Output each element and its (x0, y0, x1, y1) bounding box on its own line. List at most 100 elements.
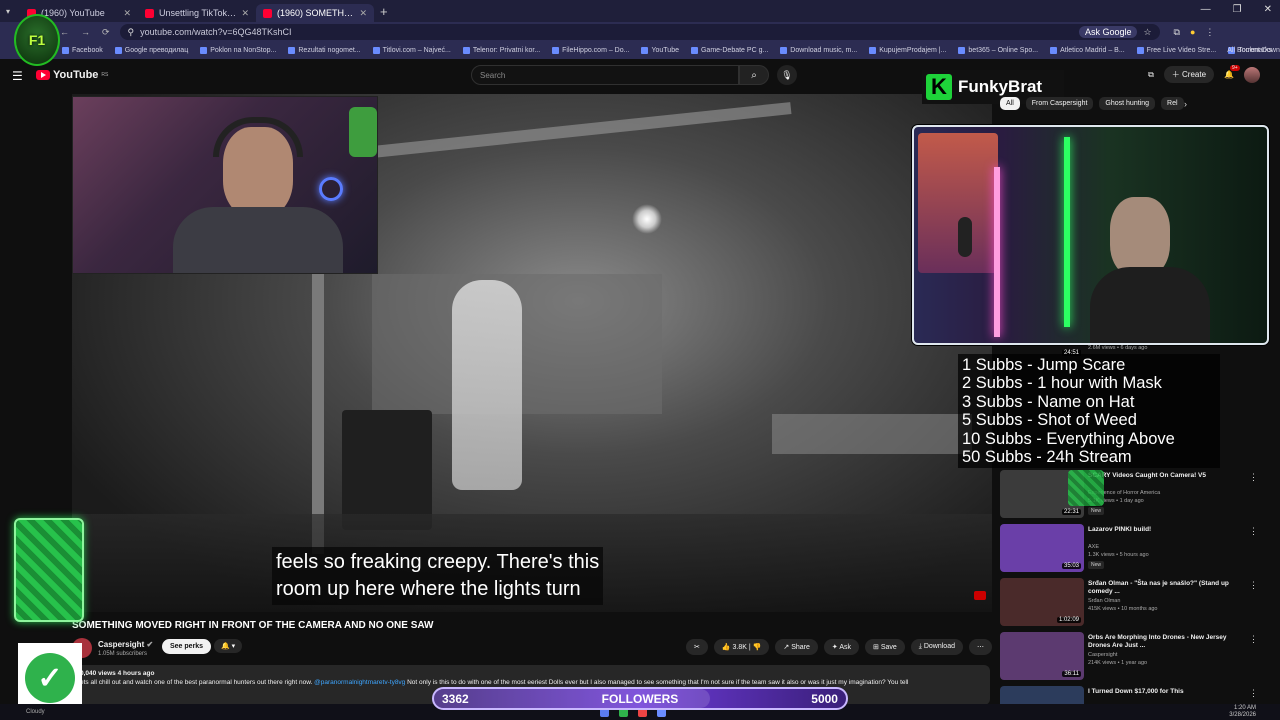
bookmark-favicon-icon (1050, 47, 1058, 54)
taskbar-clock[interactable]: 1:20 AM 3/28/2026 (1229, 705, 1256, 719)
download-button[interactable]: ⤓ Download (910, 639, 963, 655)
see-perks-button[interactable]: See perks (162, 639, 212, 654)
followers-label: FOLLOWERS (601, 691, 679, 706)
close-window-icon[interactable]: ✕ (1264, 4, 1272, 15)
bookmark-item[interactable]: Titlovi.com – Najveć... (372, 47, 451, 54)
video-light-glare (632, 204, 662, 234)
bookmark-item[interactable]: YouTube (641, 47, 679, 54)
recommended-video[interactable]: 1:02:09 Srđan Olman - "Šta nas je snašlo?… (1000, 578, 1262, 630)
ask-button[interactable]: ✦ Ask (823, 639, 859, 655)
bookmark-item[interactable]: KupujemProdajem |... (869, 47, 946, 54)
tab-something-moved[interactable]: (1960) SOMETHING MOVED ✕ (256, 4, 375, 22)
thumbs-down-icon[interactable]: 👎 (753, 644, 762, 651)
more-options-icon[interactable]: ⋮ (1249, 526, 1258, 537)
save-button[interactable]: ⊞ Save (865, 639, 905, 655)
ask-google-button[interactable]: Ask Google (1078, 26, 1138, 38)
like-button[interactable]: 👍 3.8K | 👎 (713, 639, 770, 655)
browser-menu-icon[interactable]: ⋮ (1205, 27, 1214, 38)
extensions-icon[interactable]: ⧉ (1174, 27, 1180, 38)
video-title[interactable]: SCARY Videos Caught On Camera! V5 (1088, 472, 1248, 480)
more-options-icon[interactable]: ⋮ (1249, 634, 1258, 645)
channel-name[interactable]: Srđan Olman (1088, 598, 1120, 604)
like-count: 3.8K (732, 644, 747, 651)
site-info-icon[interactable]: ⚲ (128, 27, 135, 38)
bookmark-item[interactable]: FileHippo.com – Do... (552, 47, 629, 54)
video-thumbnail[interactable]: 35:03 (1000, 524, 1084, 572)
video-ceiling-pipe (372, 102, 792, 158)
video-title[interactable]: Orbs Are Morphing Into Drones - New Jers… (1088, 634, 1248, 650)
bookmark-label: Google преводилац (124, 47, 189, 54)
verified-badge-overlay: ✓ (18, 643, 82, 713)
bookmark-item[interactable]: Facebook (62, 47, 103, 54)
minimize-icon[interactable]: — (1201, 4, 1211, 15)
youtube-logo[interactable]: YouTube RS (36, 69, 108, 81)
close-tab-icon[interactable]: ✕ (359, 8, 367, 19)
voice-search-button[interactable]: 🎙 (777, 65, 797, 85)
share-button[interactable]: ↗ Share (775, 639, 818, 655)
profile-icon[interactable]: ● (1190, 27, 1195, 37)
sub-goals-list: 1 Subbs - Jump Scare 2 Subbs - 1 hour wi… (958, 354, 1220, 469)
video-trash-bin (342, 410, 432, 530)
reload-icon[interactable]: ⟳ (102, 27, 110, 38)
check-seal-icon: ✓ (25, 653, 75, 703)
account-avatar[interactable] (1244, 66, 1260, 83)
channel-name[interactable]: AXE (1088, 544, 1099, 550)
webcam-headphones (213, 117, 303, 157)
back-icon[interactable]: ← (60, 27, 69, 38)
bookmark-item[interactable]: Google преводилац (114, 47, 189, 54)
create-label: Create (1182, 70, 1207, 79)
bookmark-item[interactable]: Game-Debate PC g... (690, 47, 768, 54)
bookmark-favicon-icon (288, 47, 296, 54)
tab-menu-icon[interactable]: ▾ (6, 7, 10, 16)
video-title[interactable]: Srđan Olman - "Šta nas je snašlo?" (Stan… (1088, 580, 1248, 596)
maximize-icon[interactable]: ❐ (1233, 4, 1242, 15)
more-options-icon[interactable]: ⋮ (1249, 472, 1258, 483)
recommended-video[interactable]: 22:31 SCARY Videos Caught On Camera! V5 Ex… (1000, 470, 1262, 522)
bookmark-item[interactable]: Telenor: Privatni kor... (462, 47, 540, 54)
chip-related[interactable]: Rel (1161, 97, 1184, 110)
bookmark-item[interactable]: Free Live Video Stre... (1136, 47, 1216, 54)
subscription-bell-button[interactable]: 🔔 ▾ (214, 639, 243, 653)
search-input[interactable]: Search (471, 65, 739, 85)
bookmark-item[interactable]: Atletico Madrid – B... (1050, 47, 1125, 54)
chip-all[interactable]: All (1000, 97, 1020, 110)
description-mention-link[interactable]: @paranormalnightmaretv-ty8vg (314, 679, 405, 686)
url-field[interactable]: ⚲ youtube.com/watch?v=6QG48TKshCI Ask Go… (119, 24, 1160, 40)
bookmark-favicon-icon (552, 47, 560, 54)
chip-from-channel[interactable]: From Caspersight (1025, 97, 1094, 110)
description-text-b: Not only is this to do with one of the m… (407, 679, 909, 686)
channel-name[interactable]: Caspersight ✔ (98, 640, 153, 649)
clip-button[interactable]: ✂ (685, 639, 708, 655)
tab-unsettling-tiktoks[interactable]: Unsettling TikToks No One Has ✕ (138, 4, 256, 22)
close-tab-icon[interactable]: ✕ (241, 8, 249, 19)
bookmark-favicon-icon (114, 47, 122, 54)
bookmark-star-icon[interactable]: ☆ (1143, 27, 1151, 38)
video-title[interactable]: Lazarov PINKI build! (1088, 526, 1248, 534)
address-bar-row: ← → ⟳ ⚲ youtube.com/watch?v=6QG48TKshCI … (0, 22, 1280, 42)
recommended-video[interactable]: 35:03 Lazarov PINKI build! AXE 1.3K views •… (1000, 524, 1262, 576)
video-title[interactable]: I Turned Down $17,000 for This (1088, 688, 1248, 696)
bookmark-item[interactable]: Poklon na NonStop... (200, 47, 276, 54)
more-options-icon[interactable]: ⋮ (1249, 580, 1258, 591)
search-button[interactable]: ⌕ (739, 65, 769, 85)
bookmark-item[interactable]: bet365 – Online Spo... (958, 47, 1038, 54)
chip-ghost-hunting[interactable]: Ghost hunting (1099, 97, 1156, 110)
more-options-icon[interactable]: ⋮ (1249, 688, 1258, 699)
cast-icon[interactable]: ⧉ (1148, 70, 1154, 80)
chevron-right-icon[interactable]: › (1184, 99, 1187, 109)
channel-name[interactable]: Caspersight (1088, 652, 1117, 658)
notifications-button[interactable]: 🔔 9+ (1224, 65, 1240, 79)
more-actions-button[interactable]: ⋯ (969, 639, 992, 655)
forward-icon[interactable]: → (81, 27, 90, 38)
bookmark-item[interactable]: Rezultati nogomet... (288, 47, 361, 54)
all-bookmarks-button[interactable]: All Bookmarks (1227, 47, 1272, 54)
menu-icon[interactable]: ☰ (12, 69, 23, 83)
bookmark-item[interactable]: Download music, m... (780, 47, 857, 54)
sub-goal-item: 10 Subbs - Everything Above (962, 429, 1175, 448)
close-tab-icon[interactable]: ✕ (123, 8, 131, 19)
video-thumbnail[interactable]: 1:02:09 (1000, 578, 1084, 626)
new-tab-icon[interactable]: + (380, 4, 388, 19)
create-button[interactable]: ＋ Create (1163, 66, 1215, 83)
recommended-video[interactable]: 36:11 Orbs Are Morphing Into Drones - New… (1000, 632, 1262, 684)
video-thumbnail[interactable]: 36:11 (1000, 632, 1084, 680)
